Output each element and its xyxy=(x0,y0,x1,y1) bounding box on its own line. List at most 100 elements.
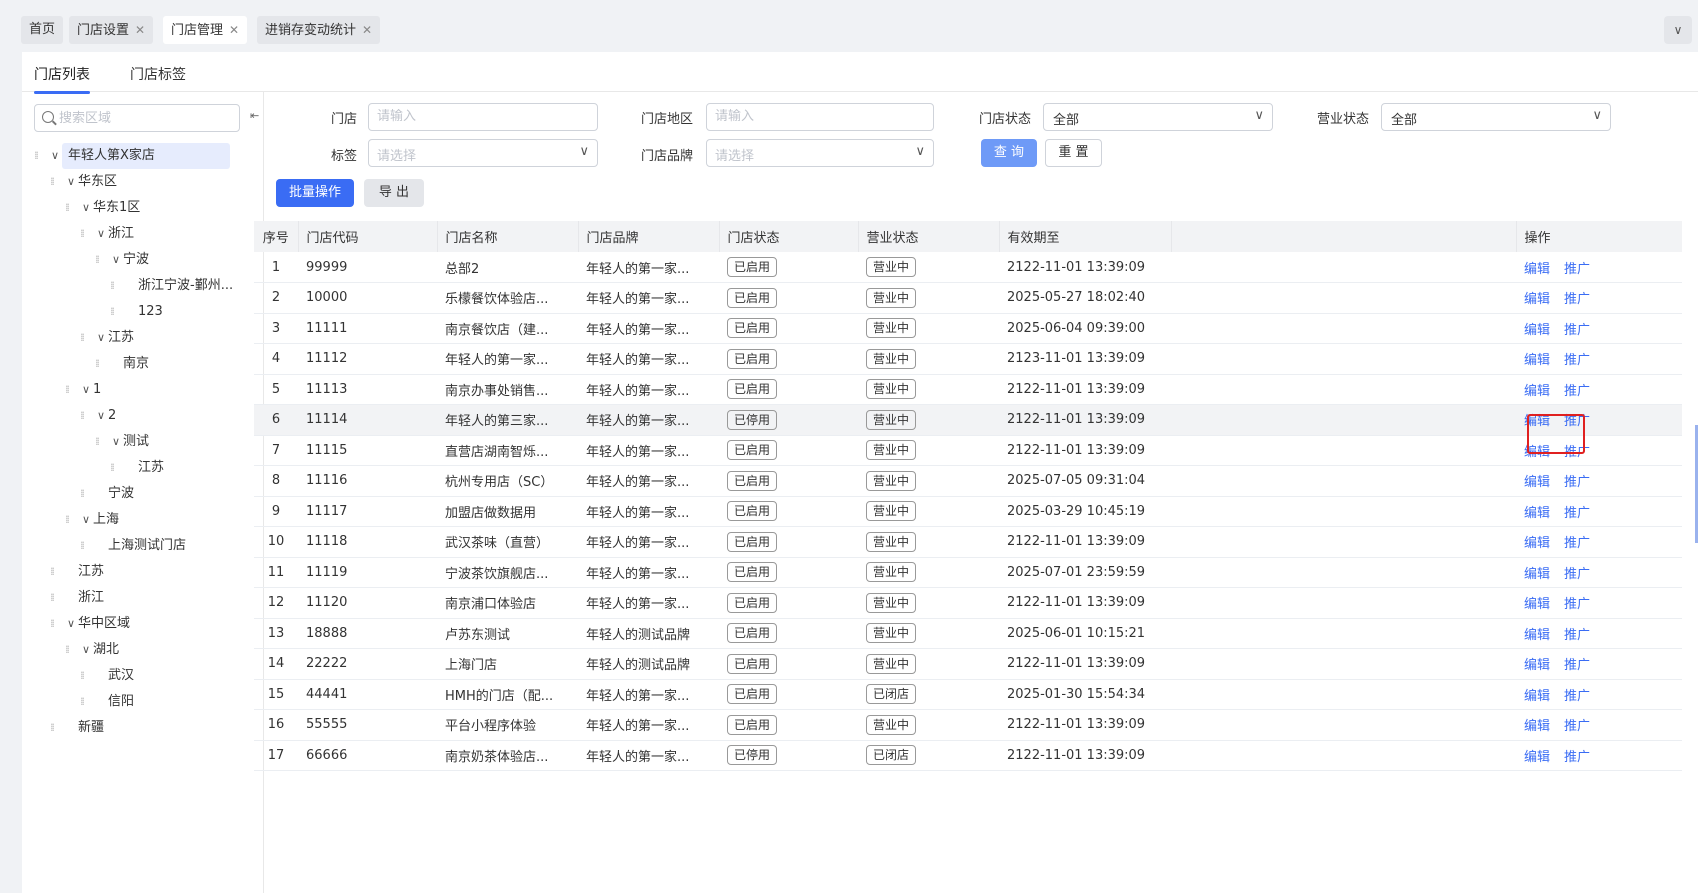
tab-inventory-stats[interactable]: 进销存变动统计 ✕ xyxy=(257,16,381,44)
edit-link[interactable]: 编辑 xyxy=(1524,658,1550,673)
promote-link[interactable]: 推广 xyxy=(1564,689,1590,704)
edit-link[interactable]: 编辑 xyxy=(1524,567,1550,582)
biz-status-cell: 已闭店 xyxy=(858,679,999,710)
status-badge: 已停用 xyxy=(727,409,778,430)
promote-link[interactable]: 推广 xyxy=(1564,323,1590,338)
region-filter-input[interactable] xyxy=(715,109,919,124)
brand-select[interactable]: 请选择 ∨ xyxy=(706,139,934,167)
close-icon[interactable]: ✕ xyxy=(135,23,145,37)
edit-link[interactable]: 编辑 xyxy=(1524,384,1550,399)
store-filter-input[interactable] xyxy=(377,109,583,124)
biz-status-select[interactable]: 全部 ∨ xyxy=(1381,103,1611,131)
tree-node[interactable]: ⁞⁞ ∨ 江苏 xyxy=(80,325,134,351)
biz-status-badge: 营业中 xyxy=(866,592,917,613)
edit-link[interactable]: 编辑 xyxy=(1524,597,1550,612)
promote-link[interactable]: 推广 xyxy=(1564,475,1590,490)
col-status: 门店状态 xyxy=(719,221,859,252)
tree-node[interactable]: ⁞⁞ 浙江宁波-鄞州... xyxy=(110,273,233,299)
tab-store-settings[interactable]: 门店设置 ✕ xyxy=(69,16,154,44)
tree-node[interactable]: ⁞⁞ 江苏 xyxy=(50,559,104,585)
promote-link[interactable]: 推广 xyxy=(1564,292,1590,307)
subtab-store-tags[interactable]: 门店标签 xyxy=(130,64,186,84)
tree-node[interactable]: ⁞⁞ ∨ 测试 xyxy=(95,429,149,455)
tree-node[interactable]: ⁞⁞ 宁波 xyxy=(80,481,134,507)
promote-link[interactable]: 推广 xyxy=(1564,567,1590,582)
tree-node[interactable]: ⁞⁞ ∨ 华东区 xyxy=(50,169,117,195)
batch-operation-button[interactable]: 批量操作 xyxy=(276,179,354,207)
tab-home[interactable]: 首页 xyxy=(21,16,64,44)
tree-node[interactable]: ⁞⁞ ∨ 上海 xyxy=(65,507,119,533)
tree-node[interactable]: ⁞⁞ ∨ 浙江 xyxy=(80,221,134,247)
tree-node[interactable]: ⁞⁞ 江苏 xyxy=(110,455,164,481)
edit-link[interactable]: 编辑 xyxy=(1524,353,1550,368)
tree-search-input[interactable] xyxy=(59,109,235,127)
edit-link[interactable]: 编辑 xyxy=(1524,292,1550,307)
table-row: 10 11118 武汉茶味（直营） 年轻人的第一家... 已启用 营业中 2122-11-0… xyxy=(254,526,1682,558)
tab-store-management[interactable]: 门店管理 ✕ xyxy=(163,16,248,44)
edit-link[interactable]: 编辑 xyxy=(1524,689,1550,704)
promote-link[interactable]: 推广 xyxy=(1564,384,1590,399)
promote-link[interactable]: 推广 xyxy=(1564,597,1590,612)
tree-node[interactable]: ⁞⁞ 新疆 xyxy=(50,715,104,741)
edit-link[interactable]: 编辑 xyxy=(1524,536,1550,551)
edit-link[interactable]: 编辑 xyxy=(1524,506,1550,521)
spacer-cell xyxy=(1171,740,1516,771)
table-row: 8 11116 杭州专用店（SC） 年轻人的第一家... 已启用 营业中 2025-07-0… xyxy=(254,465,1682,497)
biz-status-badge: 营业中 xyxy=(866,318,917,339)
promote-link[interactable]: 推广 xyxy=(1564,536,1590,551)
edit-link[interactable]: 编辑 xyxy=(1524,262,1550,277)
row-index: 2 xyxy=(254,282,298,314)
promote-link[interactable]: 推广 xyxy=(1564,506,1590,521)
store-name: 南京浦口体验店 xyxy=(437,587,578,619)
query-button[interactable]: 查 询 xyxy=(981,139,1037,167)
biz-filter-label: 营业状态 xyxy=(1317,112,1370,127)
store-name: 南京办事处销售... xyxy=(437,374,578,405)
tree-node[interactable]: ⁞⁞ 123 xyxy=(110,299,163,325)
reset-button[interactable]: 重 置 xyxy=(1045,139,1102,167)
close-icon[interactable]: ✕ xyxy=(362,23,372,37)
table-row: 2 10000 乐檬餐饮体验店... 年轻人的第一家... 已启用 营业中 2025-05-… xyxy=(254,282,1682,314)
tree-node[interactable]: ⁞⁞ ∨ 宁波 xyxy=(95,247,149,273)
status-badge: 已启用 xyxy=(727,684,778,705)
edit-link[interactable]: 编辑 xyxy=(1524,323,1550,338)
store-status-cell: 已启用 xyxy=(719,435,858,466)
promote-link[interactable]: 推广 xyxy=(1564,750,1590,765)
tag-select[interactable]: 请选择 ∨ xyxy=(368,139,598,167)
tree-node[interactable]: ⁞⁞ ∨ 年轻人第X家店 xyxy=(34,143,230,169)
promote-link[interactable]: 推广 xyxy=(1564,262,1590,277)
promote-link[interactable]: 推广 xyxy=(1564,628,1590,643)
tree-node[interactable]: ⁞⁞ ∨ 2 xyxy=(80,403,116,429)
subtab-store-list[interactable]: 门店列表 xyxy=(34,64,90,94)
status-badge: 已启用 xyxy=(727,531,778,552)
actions-cell: 编辑 推广 xyxy=(1516,618,1682,649)
export-button[interactable]: 导 出 xyxy=(364,179,424,207)
edit-link[interactable]: 编辑 xyxy=(1524,475,1550,490)
tree-node[interactable]: ⁞⁞ ∨ 华中区域 xyxy=(50,611,130,637)
tree-node[interactable]: ⁞⁞ 浙江 xyxy=(50,585,104,611)
tree-node[interactable]: ⁞⁞ 武汉 xyxy=(80,663,134,689)
collapse-tree-icon[interactable]: ⇤ xyxy=(250,109,264,127)
promote-link[interactable]: 推广 xyxy=(1564,719,1590,734)
status-select[interactable]: 全部 ∨ xyxy=(1043,103,1273,131)
close-icon[interactable]: ✕ xyxy=(229,23,239,37)
tree-node[interactable]: ⁞⁞ ∨ 华东1区 xyxy=(65,195,140,221)
promote-link[interactable]: 推广 xyxy=(1564,353,1590,368)
sub-tabs: 门店列表 门店标签 xyxy=(22,52,1698,94)
chevron-down-icon[interactable]: ∨ xyxy=(1664,16,1692,44)
promote-link[interactable]: 推广 xyxy=(1564,658,1590,673)
tree-node[interactable]: ⁞⁞ 南京 xyxy=(95,351,149,377)
biz-status-badge: 已闭店 xyxy=(866,745,917,766)
tree-node[interactable]: ⁞⁞ 信阳 xyxy=(80,689,134,715)
edit-link[interactable]: 编辑 xyxy=(1524,628,1550,643)
tree-node[interactable]: ⁞⁞ ∨ 1 xyxy=(65,377,101,403)
tree-node[interactable]: ⁞⁞ ∨ 湖北 xyxy=(65,637,119,663)
status-badge: 已启用 xyxy=(727,562,778,583)
expire-date: 2122-11-01 13:39:09 xyxy=(999,709,1171,741)
store-status-cell: 已启用 xyxy=(719,282,858,314)
region-filter xyxy=(706,103,934,131)
edit-link[interactable]: 编辑 xyxy=(1524,750,1550,765)
col-spacer xyxy=(1171,221,1517,252)
row-index: 8 xyxy=(254,465,298,497)
tree-node[interactable]: ⁞⁞ 上海测试门店 xyxy=(80,533,186,559)
edit-link[interactable]: 编辑 xyxy=(1524,719,1550,734)
